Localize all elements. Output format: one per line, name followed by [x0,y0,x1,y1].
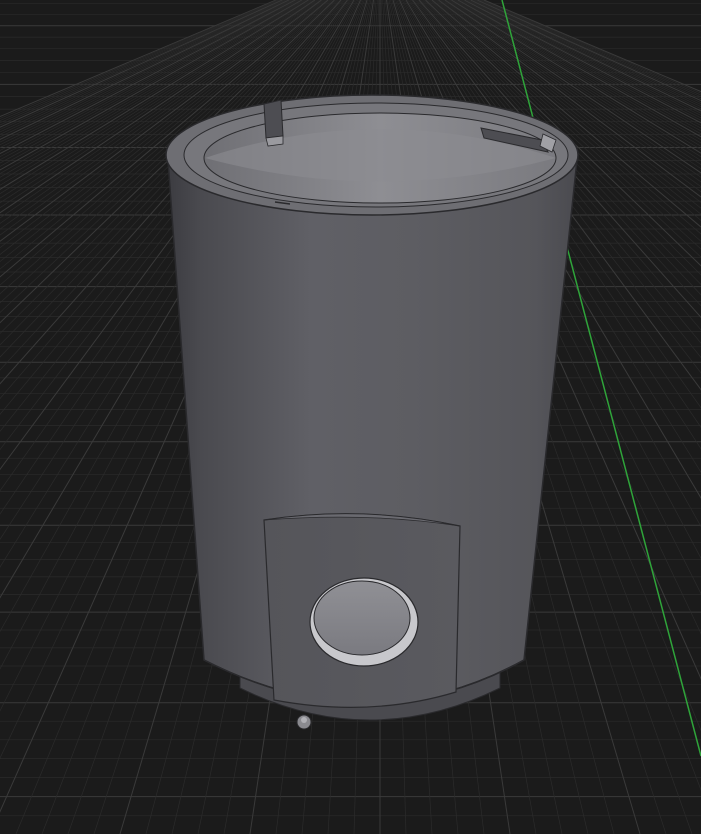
pin [296,714,312,730]
3d-viewport[interactable] [0,0,701,834]
viewport-canvas[interactable] [0,0,701,834]
cylinder-model[interactable] [165,94,579,730]
round-boss-face [313,580,411,656]
rim-notch-left [263,99,284,147]
